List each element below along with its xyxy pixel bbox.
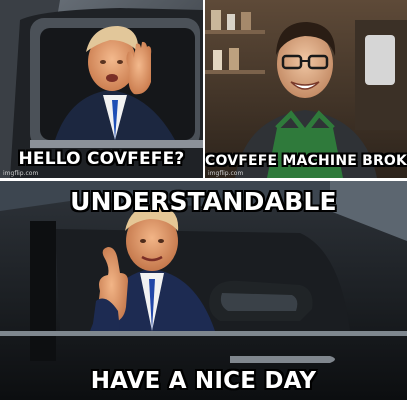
watermark: imgflip.com	[208, 170, 244, 177]
caption-covfefe-machine-broke: COVFEFE MACHINE BROKE	[205, 153, 407, 169]
watermark: imgflip.com	[3, 170, 39, 177]
meme-panel-covfefe-machine-broke: COVFEFE MACHINE BROKE imgflip.com	[205, 0, 407, 178]
caption-hello-covfefe: HELLO COVFEFE?	[18, 149, 185, 169]
barista-smiling-image	[205, 0, 407, 178]
caption-have-a-nice-day: HAVE A NICE DAY	[90, 368, 317, 394]
meme-panel-hello-covfefe: HELLO COVFEFE? imgflip.com	[0, 0, 203, 178]
caption-understandable: UNDERSTANDABLE	[70, 187, 337, 216]
meme-panel-understandable: UNDERSTANDABLE HAVE A NICE DAY	[0, 181, 407, 400]
